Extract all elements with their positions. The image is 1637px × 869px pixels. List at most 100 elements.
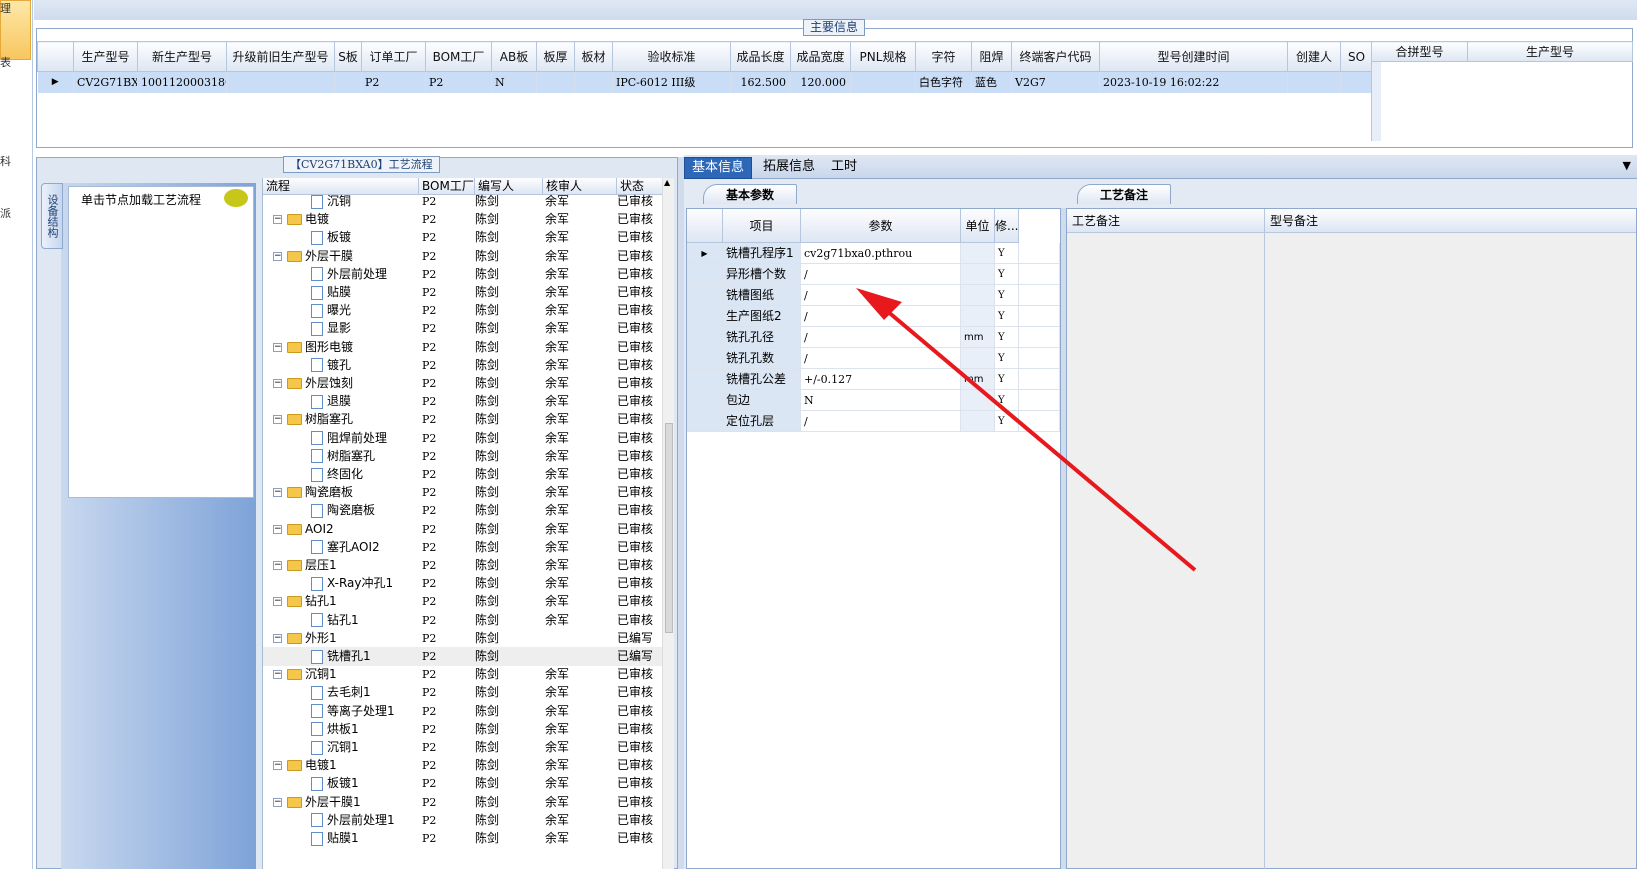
- main-cell-16[interactable]: 2023-10-19 16:02:22: [1099, 71, 1288, 93]
- tree-node[interactable]: 退膜: [311, 392, 419, 411]
- param-unit[interactable]: [961, 285, 995, 306]
- left-nav-label-1[interactable]: 理: [0, 0, 11, 16]
- tree-node[interactable]: X-Ray冲孔1: [311, 574, 419, 593]
- param-unit[interactable]: [961, 264, 995, 285]
- param-value[interactable]: /: [801, 285, 961, 306]
- param-item[interactable]: 生产图纸2: [723, 306, 801, 327]
- main-info-row[interactable]: ▶CV2G71BXA010011200031804P2P2NIPC-6012 I…: [37, 71, 1373, 93]
- param-col-modifiable[interactable]: 修...: [995, 209, 1019, 243]
- main-cell-2[interactable]: [226, 71, 335, 93]
- param-col-value[interactable]: 参数: [801, 209, 961, 243]
- main-cell-11[interactable]: 120.000: [790, 71, 851, 93]
- tree-row[interactable]: 阻焊前处理 P2 陈剑 余军 已审核: [263, 429, 663, 448]
- process-notes-field[interactable]: [1067, 233, 1265, 869]
- tree-row[interactable]: − 树脂塞孔 P2 陈剑 余军 已审核: [263, 410, 663, 429]
- param-item[interactable]: 铣孔孔径: [723, 327, 801, 348]
- param-modifiable[interactable]: Y: [995, 327, 1019, 348]
- collapse-icon[interactable]: −: [273, 670, 282, 680]
- tab-basic-params[interactable]: 基本参数: [703, 184, 798, 204]
- tree-row[interactable]: 树脂塞孔 P2 陈剑 余军 已审核: [263, 447, 663, 466]
- tree-row[interactable]: − 层压1 P2 陈剑 余军 已审核: [263, 556, 663, 575]
- main-cell-4[interactable]: P2: [361, 71, 426, 93]
- main-cell-1[interactable]: 10011200031804: [137, 71, 227, 93]
- tree-row[interactable]: 烘板1 P2 陈剑 余军 已审核: [263, 720, 663, 739]
- col-header-11[interactable]: 成品宽度: [790, 41, 851, 72]
- param-extra-cell[interactable]: [1019, 327, 1060, 348]
- col-header-7[interactable]: 板厚: [536, 41, 575, 72]
- main-cell-7[interactable]: [536, 71, 575, 93]
- main-cell-15[interactable]: V2G7: [1011, 71, 1100, 93]
- tree-row[interactable]: 曝光 P2 陈剑 余军 已审核: [263, 301, 663, 320]
- col-header-16[interactable]: 型号创建时间: [1099, 41, 1288, 72]
- param-modifiable[interactable]: Y: [995, 243, 1019, 264]
- left-nav-label-2[interactable]: 表: [0, 54, 11, 70]
- collapse-icon[interactable]: −: [273, 342, 282, 352]
- param-item[interactable]: 异形槽个数: [723, 264, 801, 285]
- param-item[interactable]: 包边: [723, 390, 801, 411]
- param-unit[interactable]: mm: [961, 327, 995, 348]
- col-header-15[interactable]: 终端客户代码: [1011, 41, 1100, 72]
- tree-node[interactable]: 板镀: [311, 228, 419, 247]
- param-row-indicator[interactable]: [687, 411, 723, 432]
- col-header-0[interactable]: 生产型号: [73, 41, 138, 72]
- col-header-10[interactable]: 成品长度: [730, 41, 791, 72]
- param-item[interactable]: 铣槽孔公差: [723, 369, 801, 390]
- scroll-up-icon[interactable]: ▲: [664, 178, 670, 187]
- tree-node[interactable]: 陶瓷磨板: [287, 483, 419, 502]
- param-item[interactable]: 铣孔孔数: [723, 348, 801, 369]
- col-header-1[interactable]: 新生产型号: [137, 41, 227, 72]
- main-cell-14[interactable]: 蓝色: [971, 71, 1012, 93]
- param-modifiable[interactable]: Y: [995, 369, 1019, 390]
- main-cell-13[interactable]: 白色字符: [915, 71, 972, 93]
- tree-node[interactable]: 外层干膜1: [287, 793, 419, 812]
- col-header-12[interactable]: PNL规格: [850, 41, 916, 72]
- tree-row[interactable]: 外层前处理1 P2 陈剑 余军 已审核: [263, 811, 663, 830]
- col-header-13[interactable]: 字符: [915, 41, 972, 72]
- tree-row[interactable]: 退膜 P2 陈剑 余军 已审核: [263, 392, 663, 411]
- tree-node[interactable]: 铣槽孔1: [311, 647, 419, 666]
- tree-row[interactable]: − 电镀 P2 陈剑 余军 已审核: [263, 210, 663, 229]
- tree-row[interactable]: − 外形1 P2 陈剑 已编写: [263, 629, 663, 648]
- tree-row[interactable]: 外层前处理 P2 陈剑 余军 已审核: [263, 265, 663, 284]
- col-header-2[interactable]: 升级前旧生产型号: [226, 41, 335, 72]
- left-nav-label-4[interactable]: 派: [0, 205, 11, 221]
- tree-node[interactable]: 去毛刺1: [311, 683, 419, 702]
- param-value[interactable]: /: [801, 306, 961, 327]
- tree-row[interactable]: 沉铜1 P2 陈剑 余军 已审核: [263, 738, 663, 757]
- tree-row[interactable]: 等离子处理1 P2 陈剑 余军 已审核: [263, 702, 663, 721]
- param-modifiable[interactable]: Y: [995, 390, 1019, 411]
- tree-node[interactable]: 塞孔AOI2: [311, 538, 419, 557]
- param-unit[interactable]: mm: [961, 369, 995, 390]
- tree-row[interactable]: − 电镀1 P2 陈剑 余军 已审核: [263, 756, 663, 775]
- tree-node[interactable]: 沉铜: [311, 192, 419, 211]
- param-col-unit[interactable]: 单位: [961, 209, 995, 243]
- param-value[interactable]: /: [801, 327, 961, 348]
- tree-row[interactable]: 显影 P2 陈剑 余军 已审核: [263, 319, 663, 338]
- production-model-header[interactable]: 生产型号: [1467, 41, 1633, 62]
- collapse-icon[interactable]: −: [273, 633, 282, 643]
- tree-node[interactable]: 外形1: [287, 629, 419, 648]
- tree-node[interactable]: 等离子处理1: [311, 702, 419, 721]
- param-row-indicator[interactable]: [687, 306, 723, 327]
- tree-node[interactable]: 钻孔1: [311, 611, 419, 630]
- param-unit[interactable]: [961, 348, 995, 369]
- tree-node[interactable]: AOI2: [287, 520, 419, 539]
- tree-node[interactable]: 沉铜1: [287, 665, 419, 684]
- tree-row[interactable]: − 沉铜1 P2 陈剑 余军 已审核: [263, 665, 663, 684]
- tree-node[interactable]: 曝光: [311, 301, 419, 320]
- tree-row[interactable]: X-Ray冲孔1 P2 陈剑 余军 已审核: [263, 574, 663, 593]
- tree-node[interactable]: 显影: [311, 319, 419, 338]
- tree-row[interactable]: − 钻孔1 P2 陈剑 余军 已审核: [263, 592, 663, 611]
- param-unit[interactable]: [961, 411, 995, 432]
- param-extra-cell[interactable]: [1019, 306, 1060, 327]
- tree-row[interactable]: 塞孔AOI2 P2 陈剑 余军 已审核: [263, 538, 663, 557]
- tree-node[interactable]: 层压1: [287, 556, 419, 575]
- load-process-box[interactable]: 单击节点加载工艺流程: [68, 186, 254, 498]
- tree-node[interactable]: 贴膜1: [311, 829, 419, 848]
- process-notes-header[interactable]: 工艺备注: [1067, 209, 1265, 233]
- param-extra-cell[interactable]: [1019, 243, 1060, 264]
- main-cell-5[interactable]: P2: [425, 71, 492, 93]
- collapse-icon[interactable]: −: [273, 251, 282, 261]
- param-modifiable[interactable]: Y: [995, 264, 1019, 285]
- merge-model-header[interactable]: 合拼型号: [1371, 41, 1468, 62]
